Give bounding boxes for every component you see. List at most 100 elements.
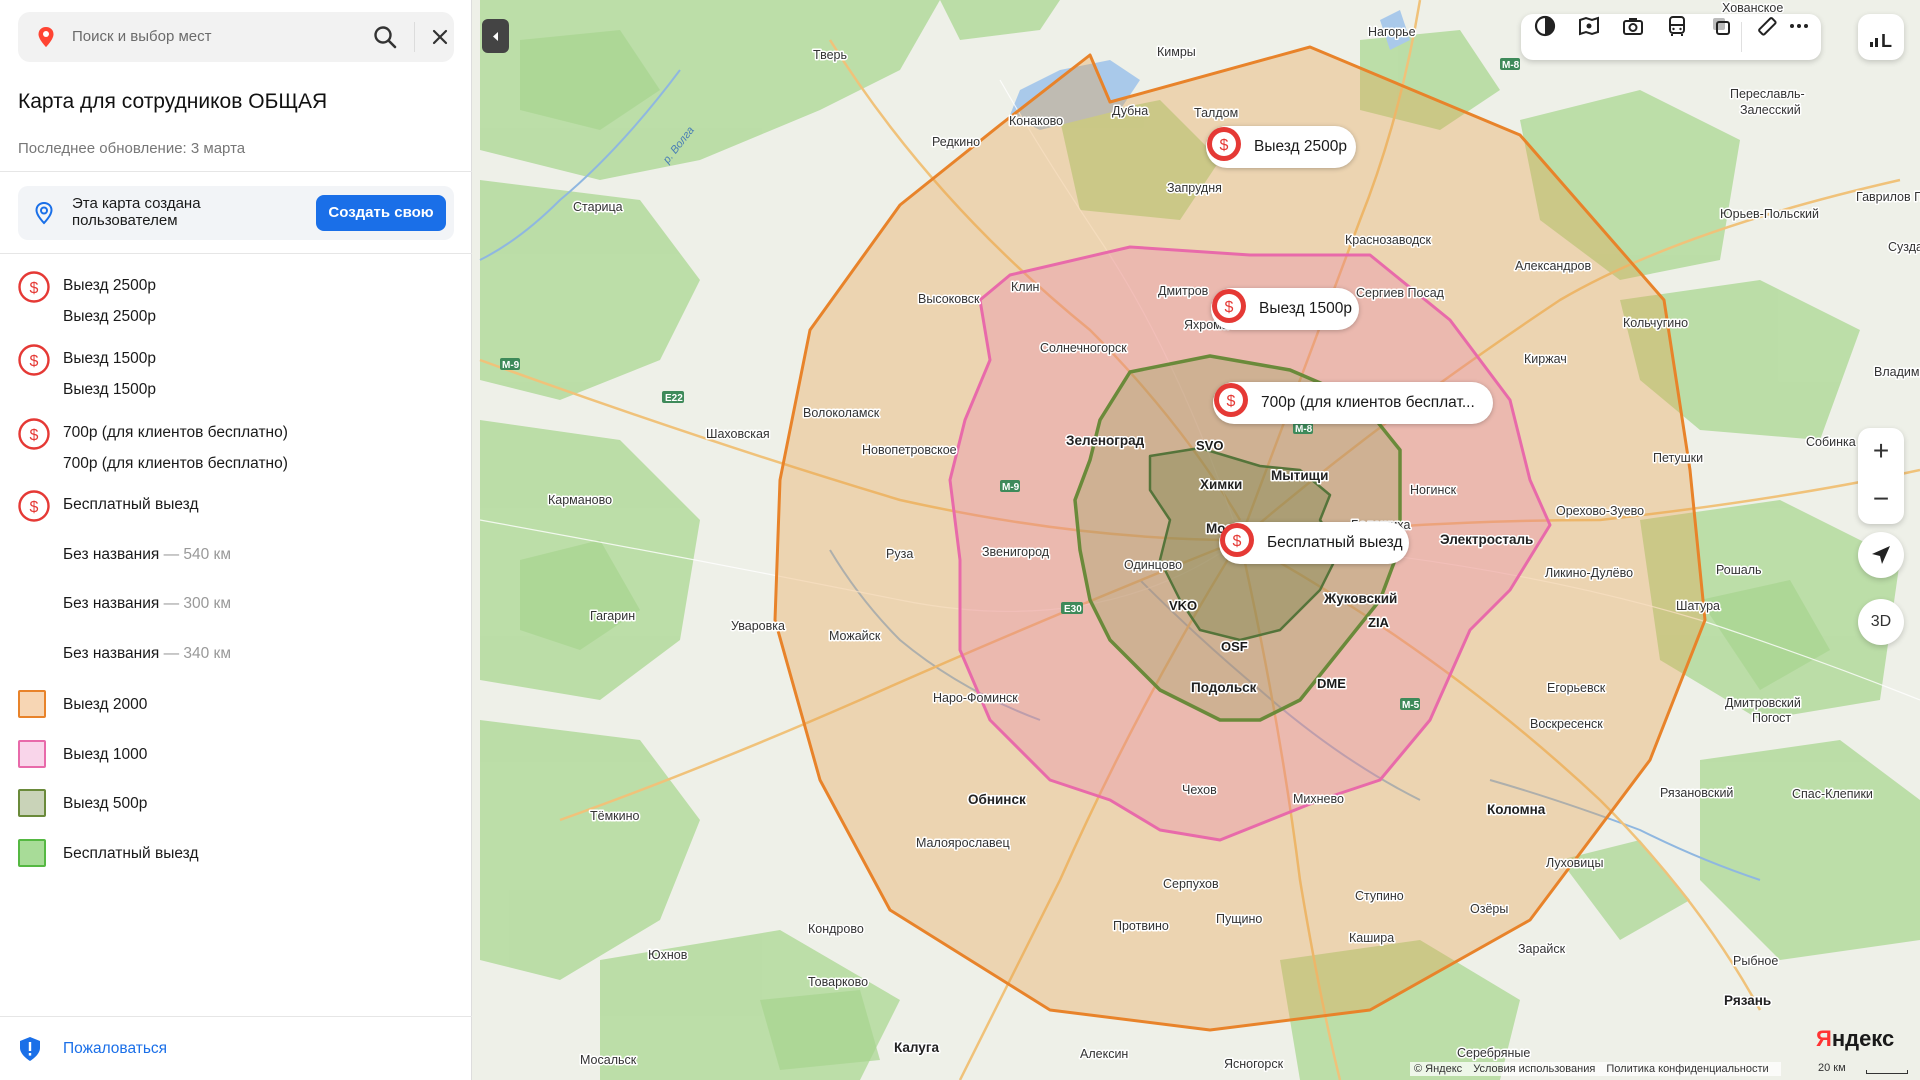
map-marker-free[interactable]: $ Бесплатный выезд xyxy=(1219,522,1409,564)
city-label: Алексин xyxy=(1080,1047,1128,1061)
city-label: Мытищи xyxy=(1271,468,1328,483)
legend-point-item[interactable]: $ Выезд 1500р Выезд 1500р xyxy=(18,344,454,404)
city-label: Александров xyxy=(1515,259,1591,273)
dollar-icon: $ xyxy=(18,490,50,522)
city-label: Сергиев Посад xyxy=(1356,286,1445,300)
line-distance: — 300 км xyxy=(159,595,231,612)
city-label: Егорьевск xyxy=(1547,681,1606,695)
attribution-bar: © Яндекс Условия использования Политика … xyxy=(1410,1062,1781,1076)
line-distance: — 340 км xyxy=(159,645,231,662)
map-marker-700[interactable]: $ 700р (для клиентов бесплат... xyxy=(1213,382,1493,424)
city-label: Тёмкино xyxy=(590,809,640,823)
collapse-panel-button[interactable] xyxy=(482,19,509,53)
search-bar[interactable]: Поиск и выбор мест xyxy=(18,12,454,62)
airport-label: VKO xyxy=(1169,598,1197,613)
camera-icon[interactable] xyxy=(1621,14,1645,38)
city-label: Хованское xyxy=(1722,1,1783,15)
city-label: Серебряные xyxy=(1457,1046,1530,1060)
copyright-text: © Яндекс xyxy=(1414,1063,1463,1075)
legend-point-item[interactable]: $ Выезд 2500р Выезд 2500р xyxy=(18,271,454,331)
traffic-icon[interactable] xyxy=(1533,14,1557,38)
legend-polygon-item[interactable]: Выезд 2000 xyxy=(18,690,454,722)
city-label: Запрудня xyxy=(1167,181,1222,195)
svg-text:E22: E22 xyxy=(665,393,683,404)
map-pin-icon xyxy=(38,27,54,47)
layers-overlay-icon[interactable] xyxy=(1709,14,1733,38)
close-icon[interactable] xyxy=(428,25,452,49)
locate-button[interactable] xyxy=(1858,532,1904,578)
legend-polygon-item[interactable]: Выезд 1000 xyxy=(18,740,454,772)
legend-line-item[interactable]: Без названия — 340 км xyxy=(63,645,231,663)
map-marker-2500[interactable]: $ Выезд 2500р xyxy=(1206,126,1356,168)
city-label: Ясногорск xyxy=(1224,1057,1284,1071)
navigation-arrow-icon xyxy=(1872,546,1890,564)
legend-point-item[interactable]: $ Бесплатный выезд xyxy=(18,490,454,526)
line-name: Без названия xyxy=(63,645,160,662)
polygon-name: Выезд 2000 xyxy=(63,696,148,713)
search-input[interactable]: Поиск и выбор мест xyxy=(72,28,212,45)
point-title: Выезд 1500р xyxy=(63,350,156,367)
point-title: Бесплатный выезд xyxy=(63,496,199,513)
city-label: Редкино xyxy=(932,135,980,149)
search-icon[interactable] xyxy=(372,24,398,50)
city-label: Жуковский xyxy=(1323,591,1397,606)
city-label: Талдом xyxy=(1194,106,1238,120)
privacy-link[interactable]: Политика конфиденциальности xyxy=(1606,1063,1768,1075)
zoom-in-button[interactable]: + xyxy=(1858,428,1904,476)
map-toolbar xyxy=(1521,14,1821,60)
legend-line-item[interactable]: Без названия — 540 км xyxy=(63,546,231,564)
dollar-icon: $ xyxy=(1207,127,1241,161)
city-label: Новопетровское xyxy=(862,443,957,457)
city-label: Товарково xyxy=(808,975,868,989)
airport-label: OSF xyxy=(1221,639,1248,654)
create-map-button[interactable]: Создать свою xyxy=(316,195,446,231)
dollar-icon: $ xyxy=(1212,289,1246,323)
polygon-name: Выезд 500р xyxy=(63,795,148,812)
city-label: Шаховская xyxy=(706,427,770,441)
legend-polygon-item[interactable]: Выезд 500р xyxy=(18,789,454,821)
terms-link[interactable]: Условия использования xyxy=(1473,1063,1595,1075)
airport-label: DME xyxy=(1317,676,1346,691)
city-label: Зарайск xyxy=(1518,942,1566,956)
city-label: Малоярославец xyxy=(916,836,1010,850)
side-panel: Поиск и выбор мест Карта для сотрудников… xyxy=(0,0,472,1080)
city-label: Рязановский xyxy=(1660,786,1733,800)
transit-icon[interactable] xyxy=(1665,14,1689,38)
svg-text:$: $ xyxy=(1225,299,1234,316)
point-subtitle: 700р (для клиентов бесплатно) xyxy=(63,455,288,472)
city-label: Зеленоград xyxy=(1066,433,1145,448)
legend-line-item[interactable]: Без названия — 300 км xyxy=(63,595,231,613)
city-label: Конаково xyxy=(1009,114,1063,128)
svg-text:M-5: M-5 xyxy=(1402,700,1420,711)
legend-point-item[interactable]: $ 700р (для клиентов бесплатно) 700р (дл… xyxy=(18,418,454,478)
more-icon[interactable] xyxy=(1787,14,1811,38)
polygon-swatch xyxy=(18,690,46,718)
legend-polygon-item[interactable]: Бесплатный выезд xyxy=(18,839,454,871)
city-label: Карманово xyxy=(548,493,612,507)
zoom-control: + − xyxy=(1858,428,1904,524)
divider xyxy=(0,1016,472,1017)
svg-text:$: $ xyxy=(1233,533,1242,550)
city-label: Высоковск xyxy=(918,292,980,306)
city-label: Переславль- xyxy=(1730,87,1805,101)
ruler-icon[interactable] xyxy=(1755,14,1779,38)
scale-bar xyxy=(1866,1070,1908,1074)
zoom-out-button[interactable]: − xyxy=(1858,476,1904,524)
city-label: Воскресенск xyxy=(1530,717,1603,731)
dollar-icon: $ xyxy=(18,418,50,450)
last-update: Последнее обновление: 3 марта xyxy=(18,140,246,157)
dollar-icon: $ xyxy=(1214,383,1248,417)
report-label[interactable]: Пожаловаться xyxy=(63,1040,167,1058)
map-marker-1500[interactable]: $ Выезд 1500р xyxy=(1211,288,1359,330)
airport-label: SVO xyxy=(1196,438,1223,453)
city-label: Калуга xyxy=(894,1040,939,1055)
layers-button[interactable]: L xyxy=(1858,14,1904,60)
city-label: Мосальск xyxy=(580,1053,637,1067)
toolbar-divider xyxy=(1741,22,1742,52)
promo-text: Эта карта создана пользователем xyxy=(72,195,201,229)
city-label: Гагарин xyxy=(590,609,635,623)
panorama-icon[interactable] xyxy=(1577,14,1601,38)
3d-button[interactable]: 3D xyxy=(1858,599,1904,645)
city-label: Клин xyxy=(1011,280,1040,294)
city-label: Краснозаводск xyxy=(1345,233,1432,247)
